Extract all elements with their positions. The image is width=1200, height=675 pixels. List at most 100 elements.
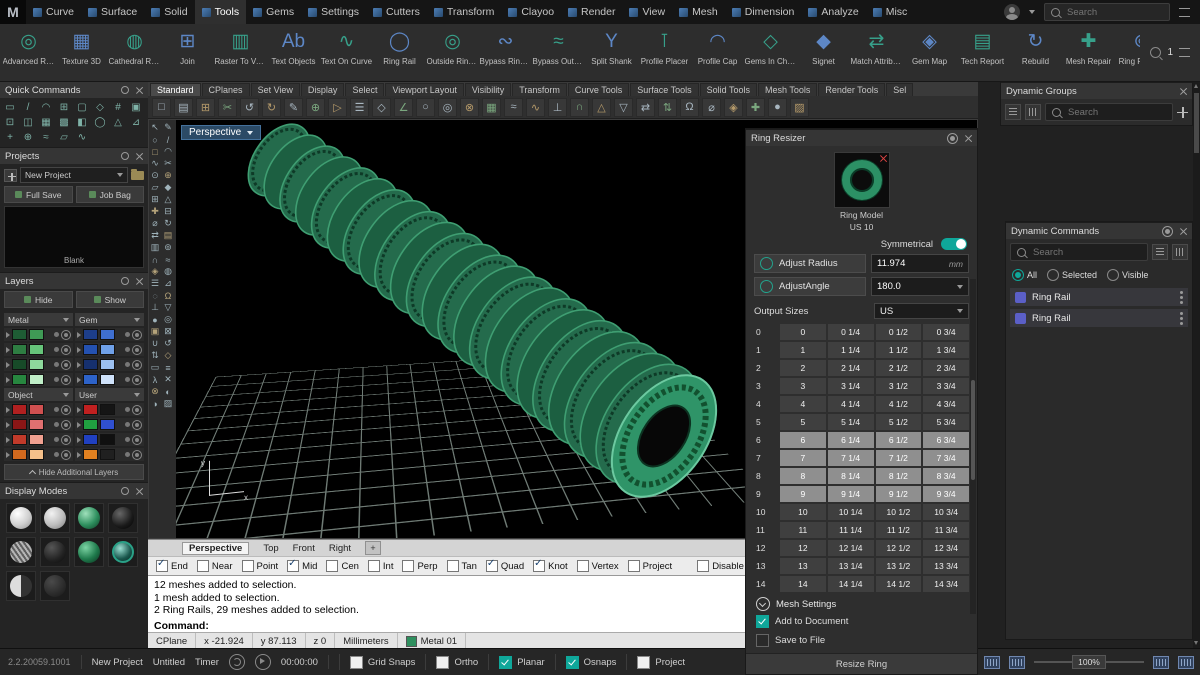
size-cell[interactable]: 5 (780, 414, 826, 430)
expand-icon[interactable] (6, 421, 10, 428)
viewport-tool-icon[interactable]: ▽ (162, 302, 174, 313)
osnap-point[interactable]: Point (241, 560, 278, 572)
size-cell[interactable]: 9 (780, 486, 826, 502)
rhino-tool-icon[interactable]: ☰ (350, 97, 369, 117)
expand-icon[interactable] (77, 406, 81, 413)
menu-solid[interactable]: Solid (144, 0, 194, 24)
viewport-tool-icon[interactable]: ◠ (162, 146, 174, 157)
toolbar-cathedral-ring-rail[interactable]: ◍Cathedral Ring Rail (108, 26, 161, 81)
layer-swatch[interactable] (29, 404, 44, 415)
user-avatar[interactable] (1004, 4, 1020, 20)
close-icon[interactable] (135, 152, 143, 160)
layer-row[interactable] (4, 358, 73, 371)
visibility-icon[interactable] (132, 419, 142, 430)
tab-curve-tools[interactable]: Curve Tools (567, 83, 630, 96)
save-to-file-row[interactable]: Save to File (746, 631, 977, 650)
quick-command-icon[interactable]: # (112, 101, 124, 114)
visibility-icon[interactable] (132, 374, 142, 385)
visibility-icon[interactable] (132, 329, 142, 340)
layer-swatch[interactable] (83, 344, 98, 355)
viewport-tool-icon[interactable]: ≡ (162, 362, 174, 373)
osnap-checkbox[interactable] (627, 560, 640, 572)
viewport-tool-icon[interactable]: ▥ (149, 242, 161, 253)
tab-surface-tools[interactable]: Surface Tools (630, 83, 699, 96)
viewport-tool-icon[interactable]: ✕ (162, 374, 174, 385)
dynamic-groups-search[interactable] (1045, 103, 1173, 121)
tab-standard[interactable]: Standard (150, 83, 201, 96)
viewport-tool-icon[interactable]: ◍ (162, 266, 174, 277)
size-cell[interactable]: 10 (780, 504, 826, 520)
rhino-tool-icon[interactable]: ▷ (328, 97, 347, 117)
visibility-icon[interactable] (61, 359, 71, 370)
size-cell[interactable]: 12 1/4 (827, 540, 874, 556)
viewport-tool-icon[interactable]: ⊚ (162, 242, 174, 253)
viewport-tool-icon[interactable]: ◌ (149, 290, 161, 301)
display-mode-thumb[interactable] (74, 503, 104, 533)
layer-swatch[interactable] (100, 359, 115, 370)
pin-icon[interactable] (121, 152, 129, 160)
rhino-tool-icon[interactable]: ≈ (504, 97, 523, 117)
rhino-tool-icon[interactable]: ✂ (218, 97, 237, 117)
grid-icon[interactable] (1153, 655, 1169, 669)
size-cell[interactable]: 6 (780, 432, 826, 448)
osnap-checkbox[interactable] (196, 560, 209, 572)
quick-command-icon[interactable]: ◫ (22, 116, 34, 129)
size-cell[interactable]: 0 (780, 324, 826, 340)
size-cell[interactable]: 9 1/4 (827, 486, 874, 502)
tab-transform[interactable]: Transform (512, 83, 567, 96)
menu-render[interactable]: Render (561, 0, 622, 24)
size-cell[interactable]: 6 1/2 (875, 432, 922, 448)
reset-timer-icon[interactable] (228, 654, 245, 670)
layer-tab-object[interactable]: Object (4, 388, 73, 401)
quick-command-icon[interactable]: ⊿ (130, 116, 142, 129)
layer-row[interactable] (75, 433, 144, 446)
expand-icon[interactable] (6, 376, 10, 383)
viewport-tool-icon[interactable]: / (162, 134, 174, 145)
zoom-slider[interactable]: 100% (1034, 655, 1144, 669)
filter-icon[interactable] (1172, 244, 1188, 260)
expand-icon[interactable] (6, 361, 10, 368)
rhino-tool-icon[interactable]: □ (152, 97, 171, 117)
layer-swatch[interactable] (100, 449, 115, 460)
viewport-tool-icon[interactable]: ∩ (149, 254, 161, 265)
layer-swatch[interactable] (12, 449, 27, 460)
size-cell[interactable]: 2 1/2 (875, 360, 922, 376)
layer-swatch[interactable] (100, 404, 115, 415)
mesh-settings-toggle[interactable]: Mesh Settings (746, 592, 977, 612)
viewport-tool-icon[interactable]: ▭ (149, 362, 161, 373)
osnap-checkbox[interactable] (287, 558, 300, 572)
menu-clayoo[interactable]: Clayoo (501, 0, 561, 24)
layers-icon[interactable] (1178, 655, 1194, 669)
rhino-tool-icon[interactable]: ⇄ (636, 97, 655, 117)
size-cell[interactable]: 1 3/4 (923, 342, 969, 358)
tab-cplanes[interactable]: CPlanes (201, 83, 250, 96)
layer-swatch[interactable] (12, 359, 27, 370)
menu-transform[interactable]: Transform (427, 0, 501, 24)
dynamic-groups-search-input[interactable] (1066, 105, 1166, 119)
rhino-tool-icon[interactable]: ∿ (526, 97, 545, 117)
osnap-checkbox[interactable] (446, 560, 459, 572)
toolbar-raster-to-vector[interactable]: ▥Raster To Vector (214, 26, 267, 81)
layer-swatch[interactable] (83, 419, 98, 430)
rhino-tool-icon[interactable]: ▦ (482, 97, 501, 117)
viewport-tool-icon[interactable]: ⊠ (162, 326, 174, 337)
tab-set-view[interactable]: Set View (250, 83, 300, 96)
quick-command-icon[interactable]: ▣ (130, 101, 142, 114)
layer-swatch[interactable] (100, 434, 115, 445)
quick-command-icon[interactable]: + (4, 131, 16, 144)
view-tab-right[interactable]: Right (329, 543, 351, 554)
expand-icon[interactable] (77, 421, 81, 428)
layer-row[interactable] (4, 343, 73, 356)
filter-visible[interactable]: Visible (1107, 269, 1148, 281)
layer-swatch[interactable] (12, 434, 27, 445)
size-cell[interactable]: 5 3/4 (923, 414, 969, 430)
tab-display[interactable]: Display (300, 83, 345, 96)
expand-icon[interactable] (6, 451, 10, 458)
full-save-button[interactable]: Full Save (4, 186, 73, 203)
layer-swatch[interactable] (29, 359, 44, 370)
toolbar-profile-placer[interactable]: ⊺ Profile Placer (638, 26, 691, 81)
osnap-checkbox[interactable] (326, 560, 339, 572)
toolbar-texture-3d[interactable]: ▦ Texture 3D (55, 26, 108, 81)
osnap-checkbox[interactable] (367, 560, 380, 572)
viewport-tool-icon[interactable]: △ (162, 194, 174, 205)
